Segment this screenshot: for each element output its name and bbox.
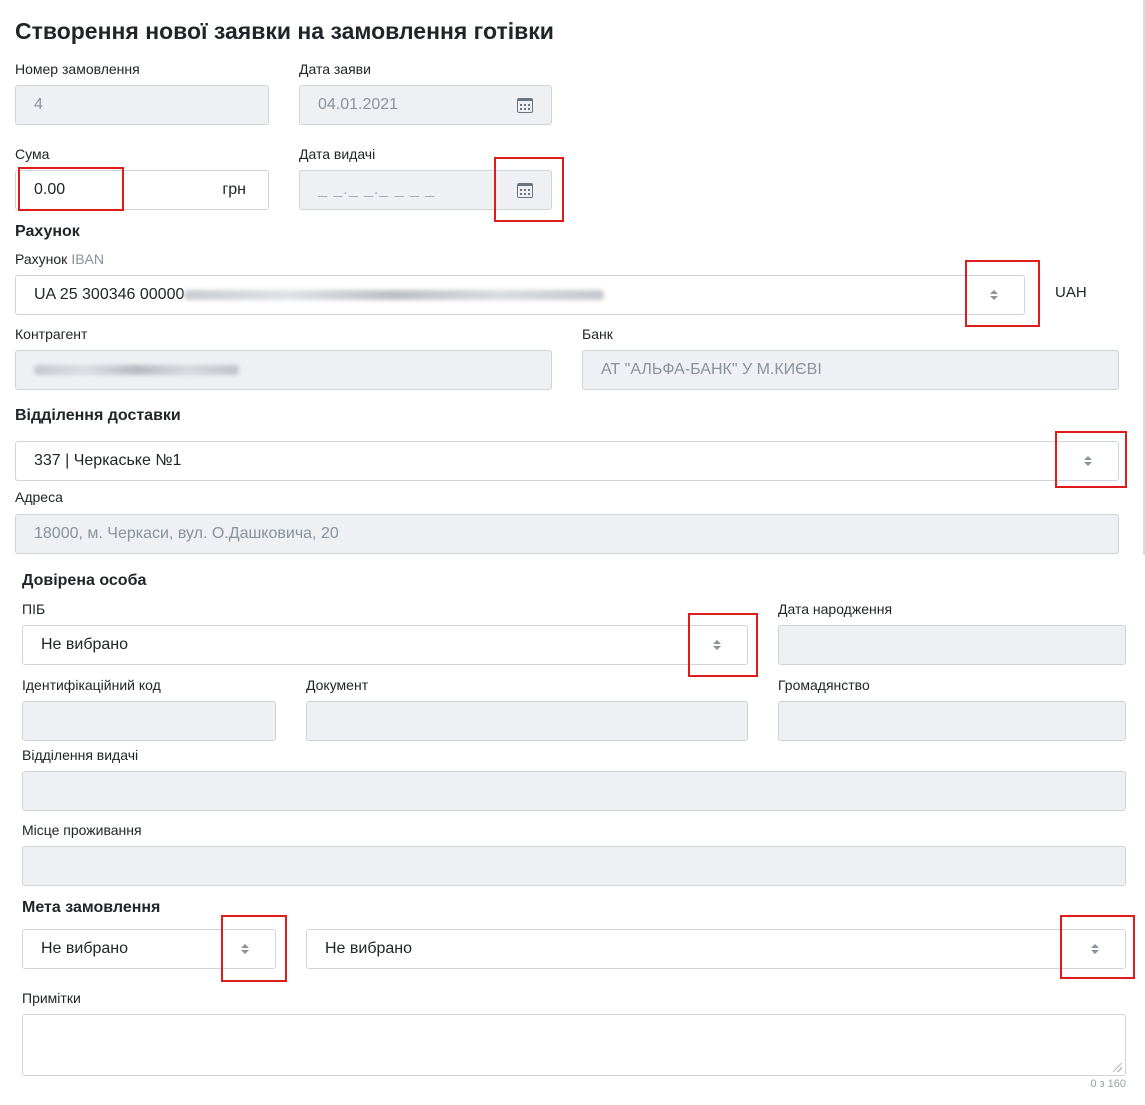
address-value: 18000, м. Черкаси, вул. О.Дашковича, 20 (34, 525, 339, 542)
purpose-section-title: Мета замовлення (22, 899, 161, 916)
notes-textarea[interactable] (22, 1014, 1126, 1076)
citizenship-label: Громадянство (778, 677, 870, 693)
order-number-field: 4 (15, 85, 269, 125)
address-field: 18000, м. Черкаси, вул. О.Дашковича, 20 (15, 514, 1119, 554)
account-currency: UAH (1055, 284, 1087, 301)
account-iban-value: UA 25 300346 00000 (34, 286, 185, 303)
trusted-person-name-select[interactable]: Не вибрано (22, 625, 748, 665)
trusted-person-name-value: Не вибрано (41, 636, 129, 653)
amount-label: Сума (15, 146, 50, 162)
account-label: Рахунок IBAN (15, 251, 104, 267)
resize-grip-icon[interactable] (1113, 1063, 1122, 1072)
trusted-person-section-title: Довірена особа (22, 572, 147, 589)
calendar-icon (517, 98, 533, 113)
delivery-select-highlight (1055, 431, 1127, 488)
purpose-primary-highlight (221, 915, 287, 982)
residence-label: Місце проживання (22, 822, 142, 838)
delivery-section-title: Відділення доставки (15, 407, 181, 424)
bank-label: Банк (582, 326, 613, 342)
trusted-person-select-highlight (688, 613, 758, 677)
counterparty-label: Контрагент (15, 326, 88, 342)
tax-id-field (22, 701, 276, 741)
counterparty-blurred-value (34, 365, 239, 375)
issue-date-label: Дата видачі (299, 146, 376, 162)
account-select-highlight (965, 260, 1040, 327)
citizenship-field (778, 701, 1126, 741)
account-label-text: Рахунок (15, 251, 68, 267)
birth-date-field (778, 625, 1126, 665)
residence-field (22, 846, 1126, 886)
delivery-branch-select[interactable]: 337 | Черкаське №1 (15, 441, 1119, 481)
notes-label: Примітки (22, 990, 81, 1006)
request-date-label: Дата заяви (299, 61, 371, 77)
tax-id-label: Ідентифікаційний код (22, 677, 161, 693)
delivery-branch-value: 337 | Черкаське №1 (34, 452, 182, 469)
address-label: Адреса (15, 489, 63, 505)
amount-highlight-box (18, 167, 124, 211)
request-date-field: 04.01.2021 (299, 85, 552, 125)
issuing-office-field (22, 771, 1126, 811)
amount-currency: грн (222, 181, 246, 198)
trusted-person-name-label: ПІБ (22, 601, 46, 617)
document-label: Документ (306, 677, 369, 693)
account-select-content: UA 25 300346 00000 (34, 286, 1024, 304)
bank-value: АТ "АЛЬФА-БАНК" У М.КИЄВІ (601, 361, 822, 378)
order-number-label: Номер замовлення (15, 61, 140, 77)
issuing-office-label: Відділення видачі (22, 747, 139, 763)
notes-character-counter: 0 з 160 (1090, 1078, 1126, 1090)
account-section-title: Рахунок (15, 223, 80, 240)
document-field (306, 701, 748, 741)
counterparty-field (15, 350, 552, 390)
account-iban-blurred (184, 289, 605, 300)
purpose-secondary-highlight (1060, 915, 1135, 979)
page-title: Створення нової заявки на замовлення гот… (15, 18, 554, 44)
bank-field: АТ "АЛЬФА-БАНК" У М.КИЄВІ (582, 350, 1119, 390)
account-label-hint: IBAN (71, 251, 104, 267)
purpose-secondary-select[interactable]: Не вибрано (306, 929, 1126, 969)
order-number-value: 4 (34, 96, 43, 113)
account-select[interactable]: UA 25 300346 00000 (15, 275, 1025, 315)
issue-date-calendar-highlight (494, 157, 564, 222)
purpose-secondary-value: Не вибрано (325, 940, 413, 957)
birth-date-label: Дата народження (778, 601, 893, 617)
